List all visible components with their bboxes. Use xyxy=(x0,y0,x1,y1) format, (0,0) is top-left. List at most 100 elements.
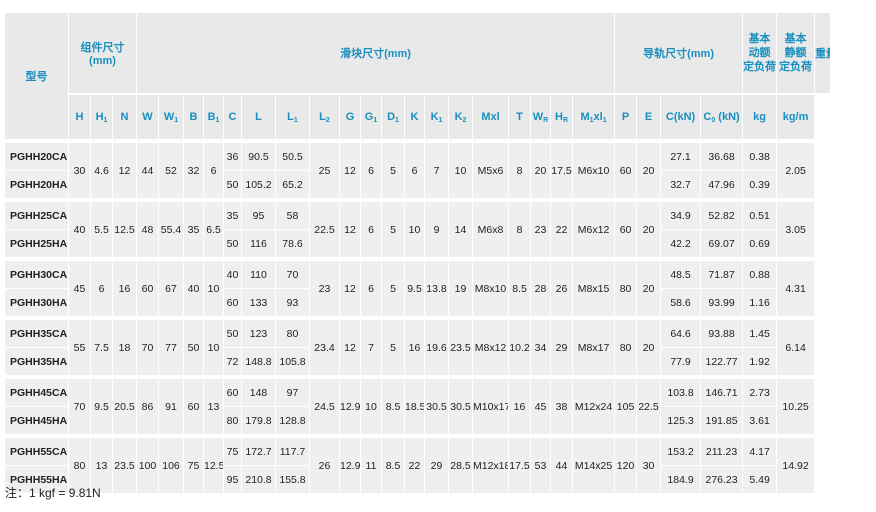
cell-mxl: M6x8 xyxy=(473,198,509,257)
cell-c-kn: 32.7 xyxy=(661,170,702,198)
cell-c: 60 xyxy=(224,288,242,316)
cell-b1: 12.5 xyxy=(204,434,224,493)
header-weight-title: 重量 xyxy=(815,48,830,60)
cell-l: 148 xyxy=(242,375,276,406)
cell-l: 116 xyxy=(242,229,276,257)
cell-c0-kn: 93.99 xyxy=(701,288,744,316)
table-row: PGHH45CA 70 9.5 20.5 86 91 60 13 60 148 97 24.5 12.9… xyxy=(5,375,831,434)
cell-w: 86 xyxy=(137,375,159,434)
cell-l: 95 xyxy=(242,198,276,229)
cell-t: 10.2 xyxy=(509,316,531,375)
cell-h: 70 xyxy=(69,375,91,434)
cell-w: 48 xyxy=(137,198,159,257)
cell-e: 20 xyxy=(637,257,662,316)
table-row: PGHH20CA 30 4.6 12 44 52 32 6 36 90.5 50.5 25 12 6 5 6 7… xyxy=(5,139,831,198)
cell-l: 123 xyxy=(242,316,276,347)
cell-m1xl1: M8x15 xyxy=(573,257,616,316)
cell-h1: 4.6 xyxy=(91,139,113,198)
cell-b1: 10 xyxy=(204,316,224,375)
header-model: 型号 xyxy=(5,13,69,139)
table-row: PGHH35CA 55 7.5 18 70 77 50 10 50 123 80 23.4 12 7 5 16… xyxy=(5,316,831,375)
cell-kg-per-m: 4.31 xyxy=(777,257,816,316)
cell-k: 10 xyxy=(405,198,425,257)
cell-l1: 65.2 xyxy=(276,170,310,198)
model-name: PGHH45CA xyxy=(5,375,69,406)
cell-n: 20.5 xyxy=(113,375,137,434)
cell-kg-per-m: 10.25 xyxy=(777,375,816,434)
cell-b: 35 xyxy=(184,198,204,257)
cell-l1: 155.8 xyxy=(276,465,310,493)
col-header-h1: H1 xyxy=(91,93,113,139)
cell-m1xl1: M8x17 xyxy=(573,316,616,375)
cell-l2: 22.5 xyxy=(310,198,340,257)
cell-w: 44 xyxy=(137,139,159,198)
cell-h1: 7.5 xyxy=(91,316,113,375)
header-assembly-dims: 组件尺寸 (mm) xyxy=(69,13,137,93)
model-name: PGHH20HA xyxy=(5,170,69,198)
cell-l: 110 xyxy=(242,257,276,288)
cell-c0-kn: 122.77 xyxy=(701,347,744,375)
cell-kg: 0.88 xyxy=(743,257,778,288)
cell-w1: 67 xyxy=(159,257,184,316)
cell-kg: 3.61 xyxy=(743,406,778,434)
cell-k1: 29 xyxy=(425,434,449,493)
cell-l2: 24.5 xyxy=(310,375,340,434)
col-header-c: C xyxy=(224,93,242,139)
cell-g: 12.9 xyxy=(340,375,361,434)
col-header-e: E xyxy=(637,93,662,139)
col-header-g: G xyxy=(340,93,361,139)
cell-c0-kn: 276.23 xyxy=(701,465,744,493)
cell-t: 8.5 xyxy=(509,257,531,316)
cell-c: 95 xyxy=(224,465,242,493)
cell-c-kn: 77.9 xyxy=(661,347,702,375)
footnote: 注：1 kgf = 9.81N xyxy=(5,486,101,500)
cell-e: 30 xyxy=(637,434,662,493)
cell-l1: 97 xyxy=(276,375,310,406)
cell-d1: 5 xyxy=(382,139,405,198)
col-header-p: P xyxy=(615,93,638,139)
cell-w: 100 xyxy=(137,434,159,493)
cell-p: 60 xyxy=(615,198,638,257)
cell-w1: 106 xyxy=(159,434,184,493)
cell-b1: 13 xyxy=(204,375,224,434)
cell-t: 16 xyxy=(509,375,531,434)
cell-k1: 30.5 xyxy=(425,375,449,434)
cell-hr: 29 xyxy=(551,316,573,375)
spec-table: 型号 组件尺寸 (mm) 滑块尺寸(mm) 导轨尺寸(mm) 基本 动额 定负荷… xyxy=(5,13,831,493)
cell-wr: 20 xyxy=(531,139,551,198)
cell-k: 6 xyxy=(405,139,425,198)
cell-l: 148.8 xyxy=(242,347,276,375)
cell-c: 60 xyxy=(224,375,242,406)
cell-k: 9.5 xyxy=(405,257,425,316)
cell-kg: 5.49 xyxy=(743,465,778,493)
header-rail-dims: 导轨尺寸(mm) xyxy=(615,13,744,93)
cell-k2: 23.5 xyxy=(449,316,473,375)
cell-c-kn: 153.2 xyxy=(661,434,702,465)
cell-c-kn: 48.5 xyxy=(661,257,702,288)
cell-c-kn: 27.1 xyxy=(661,139,702,170)
cell-d1: 5 xyxy=(382,198,405,257)
cell-n: 16 xyxy=(113,257,137,316)
cell-kg: 1.45 xyxy=(743,316,778,347)
cell-kg: 0.69 xyxy=(743,229,778,257)
cell-l: 172.7 xyxy=(242,434,276,465)
cell-g: 12.9 xyxy=(340,434,361,493)
cell-c-kn: 42.2 xyxy=(661,229,702,257)
cell-c0-kn: 52.82 xyxy=(701,198,744,229)
cell-h: 40 xyxy=(69,198,91,257)
cell-b1: 10 xyxy=(204,257,224,316)
cell-e: 20 xyxy=(637,198,662,257)
cell-w1: 91 xyxy=(159,375,184,434)
cell-c-kn: 103.8 xyxy=(661,375,702,406)
cell-m1xl1: M12x24 xyxy=(573,375,616,434)
cell-c: 36 xyxy=(224,139,242,170)
cell-n: 12.5 xyxy=(113,198,137,257)
cell-e: 22.5 xyxy=(637,375,662,434)
cell-g: 12 xyxy=(340,257,361,316)
cell-k2: 19 xyxy=(449,257,473,316)
cell-k1: 7 xyxy=(425,139,449,198)
col-header-hr: HR xyxy=(551,93,573,139)
cell-kg: 0.38 xyxy=(743,139,778,170)
cell-l1: 70 xyxy=(276,257,310,288)
cell-c: 75 xyxy=(224,434,242,465)
